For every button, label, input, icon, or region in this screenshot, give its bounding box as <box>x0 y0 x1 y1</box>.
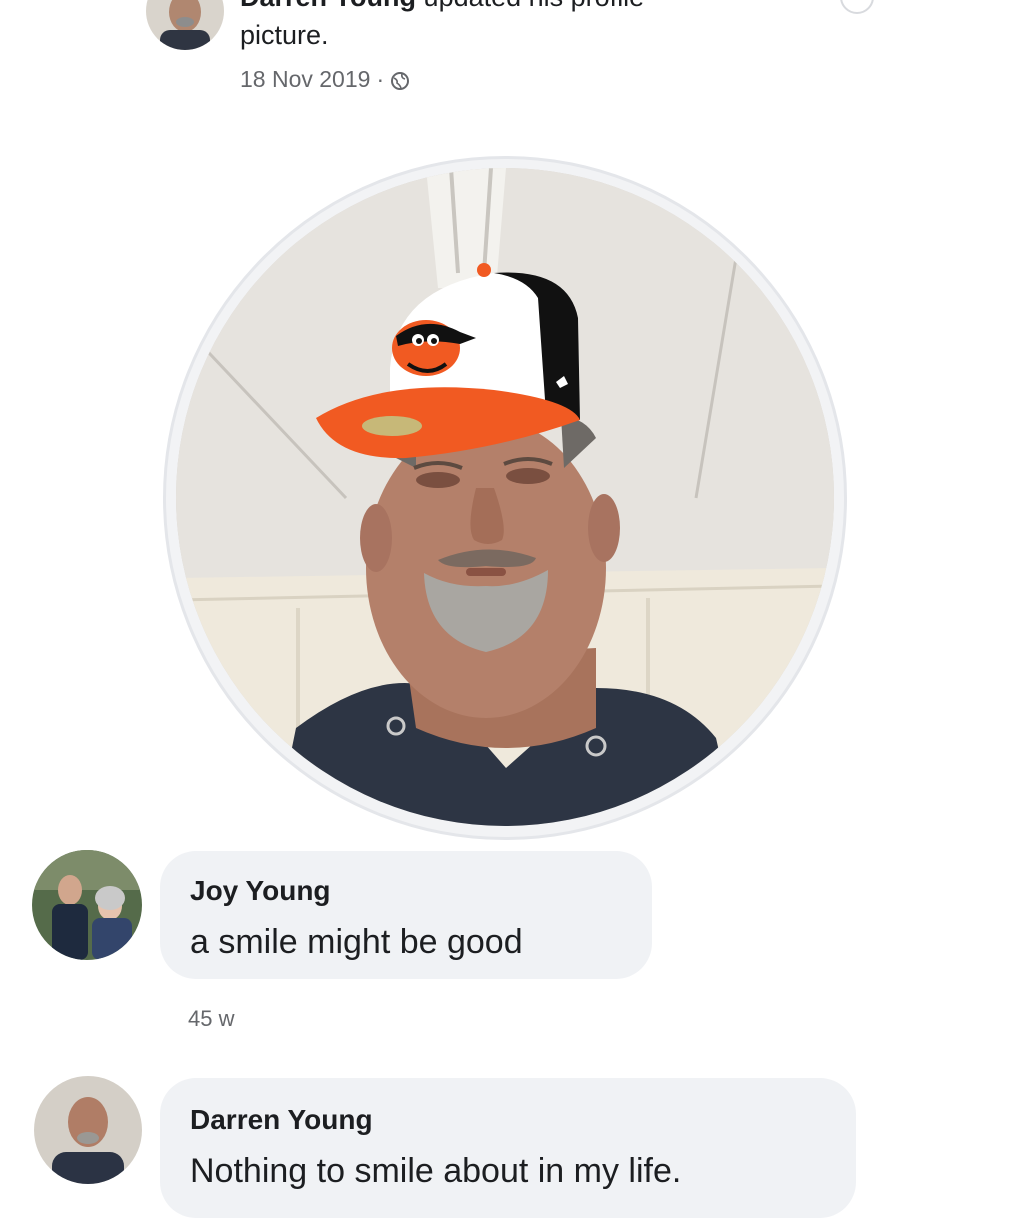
post-options-button[interactable] <box>840 0 874 14</box>
post-meta: 18 Nov 2019 · <box>240 66 410 93</box>
comment-author-name[interactable]: Joy Young <box>190 875 331 907</box>
comment-timestamp[interactable]: 45 w <box>188 1006 234 1032</box>
post-author-avatar[interactable] <box>146 0 224 50</box>
meta-separator: · <box>376 66 385 92</box>
profile-picture[interactable] <box>176 168 834 826</box>
post-date[interactable]: 18 Nov 2019 <box>240 66 370 93</box>
comment-text: Nothing to smile about in my life. <box>190 1152 682 1190</box>
comment-bubble: Joy Young a smile might be good <box>160 851 652 979</box>
post-author-name[interactable]: Darren Young <box>240 0 416 12</box>
comment-bubble: Darren Young Nothing to smile about in m… <box>160 1078 856 1218</box>
post-action-text-line2: picture. <box>240 20 329 50</box>
comment-text: a smile might be good <box>190 923 523 961</box>
comment-author-name[interactable]: Darren Young <box>190 1104 373 1136</box>
globe-icon <box>390 70 410 90</box>
comment-author-avatar[interactable] <box>32 850 142 960</box>
comment-author-avatar[interactable] <box>34 1076 142 1184</box>
post-header: Darren Young updated his profile picture… <box>240 0 644 54</box>
post-action-text: updated his profile <box>424 0 645 12</box>
